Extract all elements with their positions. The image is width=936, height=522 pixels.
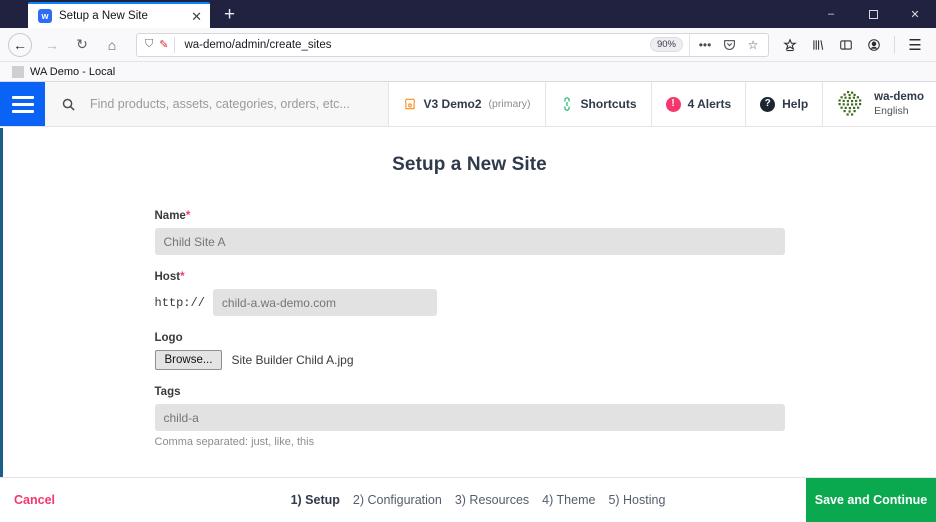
help-button[interactable]: ? Help	[746, 82, 824, 126]
application-viewport: V3 Demo2 (primary) Shortcuts ! 4 Alerts …	[0, 82, 936, 522]
shortcuts-label: Shortcuts	[580, 97, 637, 111]
create-site-form: Name* Host* http:// Logo B	[154, 210, 785, 449]
field-name: Name*	[154, 210, 785, 255]
alerts-label: 4 Alerts	[687, 97, 732, 111]
search-icon	[61, 97, 76, 112]
home-icon[interactable]: ⌂	[98, 31, 126, 59]
alert-icon: !	[665, 96, 681, 112]
reload-icon[interactable]: ↻	[68, 31, 96, 59]
toolbar-divider	[894, 35, 895, 54]
cancel-button[interactable]: Cancel	[0, 478, 150, 522]
zoom-level-badge[interactable]: 90%	[649, 37, 683, 52]
shortcuts-button[interactable]: Shortcuts	[546, 82, 652, 126]
shield-icon[interactable]: ⛉	[141, 38, 159, 51]
link-icon	[557, 94, 577, 114]
field-host: Host* http://	[155, 271, 785, 316]
forward-icon[interactable]: →	[38, 31, 66, 59]
tab-strip: w Setup a New Site ✕ +	[0, 0, 235, 28]
name-label-text: Name	[154, 210, 186, 222]
app-menu-icon[interactable]: ☰	[902, 32, 928, 58]
required-marker: *	[185, 210, 191, 222]
field-tags: Tags Comma separated: just, like, this	[154, 386, 785, 449]
host-label-text: Host	[154, 271, 181, 283]
browser-window: w Setup a New Site ✕ + – ✕ ← → ↻ ⌂ ⛉ ✎ 9…	[0, 0, 936, 522]
step-3-resources[interactable]: 3) Resources	[455, 493, 529, 507]
tags-input[interactable]	[154, 404, 785, 432]
main-content: Setup a New Site Name* Host* http://	[0, 128, 936, 477]
field-logo: Logo Browse... Site Builder Child A.jpg	[154, 332, 785, 371]
store-icon	[403, 97, 417, 111]
step-2-configuration[interactable]: 2) Configuration	[353, 493, 442, 507]
url-input[interactable]	[182, 37, 650, 52]
bookmarks-bar: WA Demo - Local	[0, 62, 936, 82]
host-protocol-label: http://	[154, 295, 205, 310]
global-search[interactable]	[45, 82, 389, 126]
required-marker: *	[180, 271, 185, 283]
save-to-pocket-icon[interactable]	[777, 32, 803, 58]
url-actions: ••• ☆	[689, 33, 764, 56]
title-bar: w Setup a New Site ✕ + – ✕	[0, 0, 936, 28]
name-input[interactable]	[154, 228, 785, 255]
search-input[interactable]	[90, 97, 388, 111]
host-row: http://	[155, 289, 785, 316]
account-icon[interactable]	[861, 32, 887, 58]
step-5-hosting[interactable]: 5) Hosting	[608, 493, 665, 507]
step-4-theme[interactable]: 4) Theme	[542, 493, 595, 507]
hamburger-icon[interactable]	[0, 82, 45, 126]
back-icon[interactable]: ←	[8, 32, 32, 57]
library-icon[interactable]	[805, 32, 831, 58]
host-input[interactable]	[212, 289, 437, 316]
close-tab-icon[interactable]: ✕	[191, 10, 202, 23]
host-label: Host*	[155, 271, 785, 283]
form-footer: Cancel 1) Setup 2) Configuration 3) Reso…	[0, 477, 936, 522]
store-selector[interactable]: V3 Demo2 (primary)	[389, 82, 546, 126]
permission-blocked-icon[interactable]: ✎	[159, 38, 174, 51]
store-label: V3 Demo2	[423, 97, 482, 111]
logo-file-row: Browse... Site Builder Child A.jpg	[154, 350, 785, 371]
brand-account[interactable]: wa-demo English	[823, 82, 936, 126]
url-bar[interactable]: ⛉ ✎ 90% ••• ☆	[136, 32, 769, 57]
window-controls: – ✕	[810, 0, 936, 28]
app-header: V3 Demo2 (primary) Shortcuts ! 4 Alerts …	[0, 82, 936, 127]
wa-demo-logo-icon	[835, 89, 865, 119]
navigation-toolbar: ← → ↻ ⌂ ⛉ ✎ 90% ••• ☆	[0, 28, 936, 62]
pocket-icon[interactable]	[718, 34, 740, 56]
browser-tab[interactable]: w Setup a New Site ✕	[28, 2, 210, 28]
brand-language: English	[874, 104, 909, 117]
new-tab-button[interactable]: +	[224, 5, 235, 24]
toolbar-right: ☰	[777, 32, 928, 58]
page-actions-icon[interactable]: •••	[694, 34, 716, 56]
close-window-button[interactable]: ✕	[894, 0, 936, 28]
brand-text: wa-demo English	[874, 91, 924, 116]
page-title: Setup a New Site	[392, 154, 547, 175]
maximize-icon	[868, 9, 878, 19]
bookmark-label: WA Demo - Local	[30, 65, 116, 78]
name-label: Name*	[155, 210, 785, 222]
step-indicator: 1) Setup 2) Configuration 3) Resources 4…	[150, 478, 806, 522]
bookmark-swatch-icon	[12, 65, 24, 78]
bookmark-star-icon[interactable]: ☆	[742, 34, 764, 56]
alerts-button[interactable]: ! 4 Alerts	[652, 82, 747, 126]
site-favicon: w	[38, 9, 52, 23]
sidebar-icon[interactable]	[833, 32, 859, 58]
save-and-continue-button[interactable]: Save and Continue	[806, 478, 936, 522]
store-sublabel: (primary)	[488, 98, 531, 110]
browse-button[interactable]: Browse...	[154, 350, 223, 371]
step-1-setup[interactable]: 1) Setup	[291, 493, 340, 507]
minimize-button[interactable]: –	[810, 0, 852, 28]
tags-label: Tags	[154, 386, 181, 399]
bookmark-item[interactable]: WA Demo - Local	[8, 65, 119, 78]
url-divider	[174, 36, 176, 53]
tab-title: Setup a New Site	[59, 10, 148, 22]
logo-label: Logo	[154, 332, 183, 344]
maximize-button[interactable]	[852, 0, 894, 28]
logo-filename: Site Builder Child A.jpg	[231, 353, 354, 368]
brand-name: wa-demo	[874, 91, 924, 104]
help-label: Help	[782, 97, 809, 111]
help-icon: ?	[760, 96, 776, 112]
tags-hint: Comma separated: just, like, this	[154, 436, 315, 449]
